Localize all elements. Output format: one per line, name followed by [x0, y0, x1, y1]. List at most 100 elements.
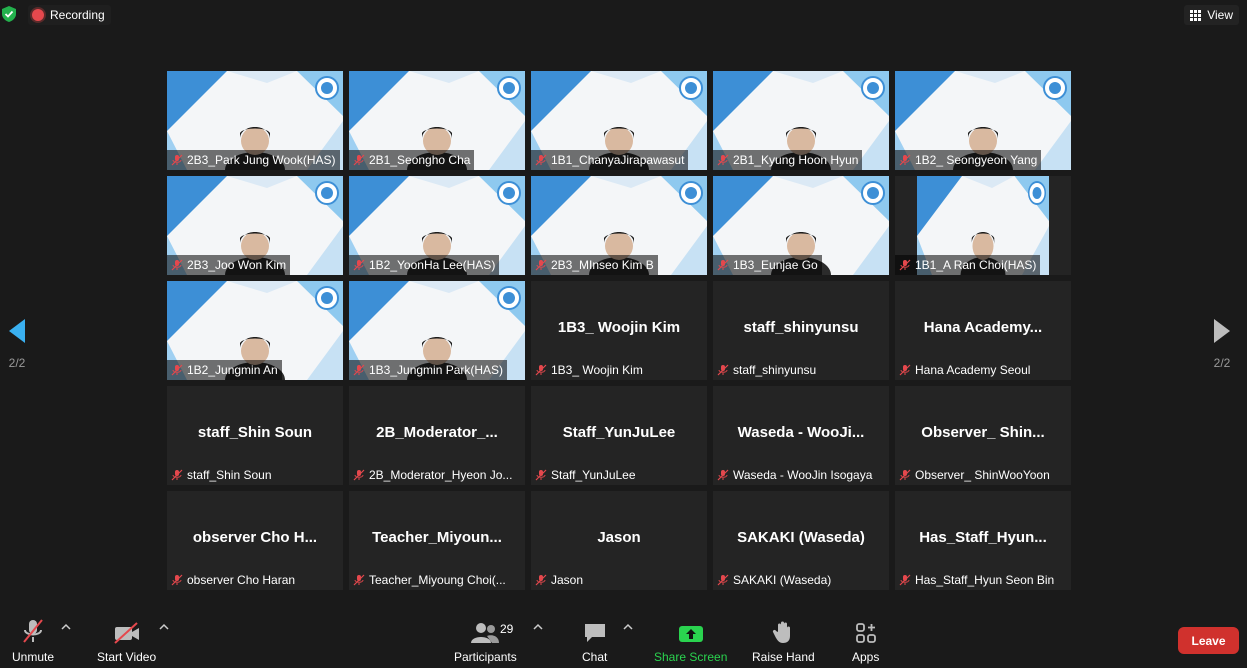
participant-tile[interactable]: Jason Jason: [531, 491, 707, 590]
participant-tile[interactable]: 1B3_Eunjae Go: [713, 176, 889, 275]
microphone-muted-icon: [899, 364, 911, 376]
participant-name: Jason: [551, 573, 584, 587]
microphone-muted-icon: [535, 469, 547, 481]
audio-options-caret-icon[interactable]: [61, 622, 71, 632]
participant-name-tag: Waseda - WooJin Isogaya: [713, 465, 876, 485]
participant-tile[interactable]: 2B3_MInseo Kim B: [531, 176, 707, 275]
chat-options-caret-icon[interactable]: [623, 622, 633, 632]
participant-name: 1B2_YoonHa Lee(HAS): [369, 258, 496, 272]
participant-name: 2B3_MInseo Kim B: [551, 258, 654, 272]
next-page-button[interactable]: 2/2: [1207, 318, 1237, 370]
participant-tile[interactable]: 1B2_YoonHa Lee(HAS): [349, 176, 525, 275]
video-camera-off-icon: [113, 622, 139, 644]
view-button[interactable]: View: [1184, 5, 1239, 25]
participant-display-name: Staff_YunJuLee: [562, 424, 676, 441]
participant-name-tag: Teacher_Miyoung Choi(...: [349, 570, 510, 590]
microphone-muted-icon: [353, 364, 365, 376]
recording-indicator[interactable]: Recording: [28, 5, 111, 25]
microphone-muted-icon: [535, 574, 547, 586]
participant-name: SAKAKI (Waseda): [733, 573, 832, 587]
participant-tile[interactable]: 1B1_ChanyaJirapawasut: [531, 71, 707, 170]
page-indicator-left: 2/2: [8, 356, 26, 370]
participant-name: Teacher_Miyoung Choi(...: [369, 573, 506, 587]
participant-name: observer Cho Haran: [187, 573, 296, 587]
participant-name-tag: 2B3_Park Jung Wook(HAS): [167, 150, 340, 170]
participant-name: 1B1_ChanyaJirapawasut: [551, 153, 685, 167]
participant-count: 29: [500, 622, 514, 636]
arrow-left-icon: [9, 319, 25, 343]
participant-display-name: 2B_Moderator_...: [376, 424, 498, 441]
security-shield-icon[interactable]: [2, 6, 16, 22]
microphone-muted-icon: [717, 259, 729, 271]
participant-tile[interactable]: 2B1_Seongho Cha: [349, 71, 525, 170]
participant-name: 2B1_Seongho Cha: [369, 153, 471, 167]
participant-display-name: Jason: [597, 529, 641, 546]
participant-name-tag: staff_shinyunsu: [713, 360, 820, 380]
participant-display-name: Has_Staff_Hyun...: [919, 529, 1047, 546]
participant-name-tag: Jason: [531, 570, 587, 590]
participant-tile[interactable]: staff_Shin Soun staff_Shin Soun: [167, 386, 343, 485]
participant-name: 1B3_Eunjae Go: [733, 258, 818, 272]
participant-name-tag: Staff_YunJuLee: [531, 465, 640, 485]
participant-display-name: Hana Academy...: [923, 319, 1043, 336]
view-label: View: [1207, 8, 1233, 22]
participant-tile[interactable]: observer Cho H... observer Cho Haran: [167, 491, 343, 590]
unmute-button[interactable]: Unmute: [12, 618, 54, 664]
participant-tile[interactable]: 1B2_ Seongyeon Yang: [895, 71, 1071, 170]
microphone-muted-icon: [353, 469, 365, 481]
participant-name: 1B3_Jungmin Park(HAS): [369, 363, 504, 377]
participant-display-name: SAKAKI (Waseda): [737, 529, 865, 546]
participant-tile[interactable]: 1B3_Jungmin Park(HAS): [349, 281, 525, 380]
participants-label: Participants: [454, 650, 517, 664]
page-indicator-right: 2/2: [1213, 356, 1231, 370]
participant-name-tag: 2B1_Seongho Cha: [349, 150, 475, 170]
meeting-toolbar: Unmute Start Video Participants 29 Chat …: [0, 608, 1247, 668]
participant-name-tag: 1B3_ Woojin Kim: [531, 360, 647, 380]
participant-tile[interactable]: staff_shinyunsu staff_shinyunsu: [713, 281, 889, 380]
participant-name: staff_Shin Soun: [187, 468, 272, 482]
participant-tile[interactable]: Hana Academy... Hana Academy Seoul: [895, 281, 1071, 380]
participant-tile[interactable]: 1B3_ Woojin Kim 1B3_ Woojin Kim: [531, 281, 707, 380]
apps-button[interactable]: Apps: [852, 618, 879, 664]
share-screen-button[interactable]: Share Screen: [654, 618, 727, 664]
participant-tile[interactable]: Waseda - WooJi... Waseda - WooJin Isogaya: [713, 386, 889, 485]
previous-page-button[interactable]: 2/2: [2, 318, 32, 370]
raise-hand-button[interactable]: Raise Hand: [752, 618, 815, 664]
participant-name-tag: 1B2_ Seongyeon Yang: [895, 150, 1042, 170]
participant-tile[interactable]: 2B1_Kyung Hoon Hyun: [713, 71, 889, 170]
microphone-muted-icon: [23, 619, 43, 643]
participant-name: 1B1_A Ran Choi(HAS): [915, 258, 1037, 272]
participants-icon: [471, 623, 500, 643]
participant-tile[interactable]: Has_Staff_Hyun... Has_Staff_Hyun Seon Bin: [895, 491, 1071, 590]
chat-button[interactable]: Chat: [582, 618, 607, 664]
participant-name: Has_Staff_Hyun Seon Bin: [915, 573, 1055, 587]
share-screen-label: Share Screen: [654, 650, 728, 664]
participant-name-tag: 1B1_ChanyaJirapawasut: [531, 150, 689, 170]
participant-name-tag: 2B3_Joo Won Kim: [167, 255, 291, 275]
participant-tile[interactable]: Staff_YunJuLee Staff_YunJuLee: [531, 386, 707, 485]
participant-grid: 2B3_Park Jung Wook(HAS) 2B1_Seongho Cha 1B…: [167, 71, 1071, 590]
participant-tile[interactable]: 1B1_A Ran Choi(HAS): [895, 176, 1071, 275]
participant-tile[interactable]: 2B3_Joo Won Kim: [167, 176, 343, 275]
unmute-label: Unmute: [12, 650, 55, 664]
start-video-button[interactable]: Start Video: [97, 618, 156, 664]
arrow-right-icon: [1214, 319, 1230, 343]
participant-name: Staff_YunJuLee: [551, 468, 636, 482]
participant-name: 2B3_Park Jung Wook(HAS): [187, 153, 336, 167]
participant-tile[interactable]: 2B3_Park Jung Wook(HAS): [167, 71, 343, 170]
participant-tile[interactable]: Teacher_Miyoun... Teacher_Miyoung Choi(..…: [349, 491, 525, 590]
participant-name-tag: 1B2_YoonHa Lee(HAS): [349, 255, 500, 275]
participant-display-name: Waseda - WooJi...: [737, 424, 865, 441]
participant-name: 2B1_Kyung Hoon Hyun: [733, 153, 859, 167]
share-screen-icon: [678, 626, 703, 642]
participant-tile[interactable]: 2B_Moderator_... 2B_Moderator_Hyeon Jo...: [349, 386, 525, 485]
start-video-label: Start Video: [97, 650, 157, 664]
participant-tile[interactable]: SAKAKI (Waseda) SAKAKI (Waseda): [713, 491, 889, 590]
participant-tile[interactable]: Observer_ Shin... Observer_ ShinWooYoon: [895, 386, 1071, 485]
video-options-caret-icon[interactable]: [159, 622, 169, 632]
participant-display-name: 1B3_ Woojin Kim: [557, 319, 681, 336]
participants-options-caret-icon[interactable]: [533, 622, 543, 632]
participant-tile[interactable]: 1B2_Jungmin An: [167, 281, 343, 380]
leave-button[interactable]: Leave: [1178, 627, 1239, 654]
participant-display-name: Observer_ Shin...: [921, 424, 1045, 441]
